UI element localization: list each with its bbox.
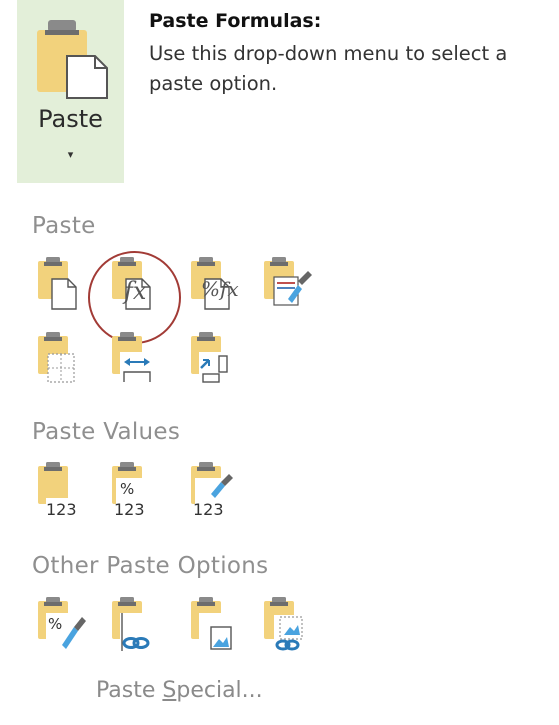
paste-option-picture[interactable] xyxy=(185,595,245,659)
paste-button[interactable]: Paste ▾ xyxy=(17,0,124,183)
values-src-number-text: 123 xyxy=(193,500,224,519)
paste-special-accesskey: S xyxy=(162,678,177,703)
paste-option-formulas-number-formatting[interactable]: %fx xyxy=(185,255,245,319)
paste-option-formatting[interactable]: % xyxy=(32,595,92,659)
values-pct-number-text: 123 xyxy=(114,500,145,519)
clipboard-linked-picture-icon xyxy=(264,597,304,653)
paste-option-values-source-formatting[interactable]: 123 xyxy=(185,460,245,524)
paste-button-label: Paste xyxy=(38,105,103,133)
paste-option-keep-source-formatting[interactable] xyxy=(258,255,318,319)
paste-option-no-borders[interactable] xyxy=(32,330,92,394)
clipboard-column-widths-icon xyxy=(112,332,154,384)
paste-option-linked-picture[interactable] xyxy=(258,595,318,659)
description-body: Use this drop-down menu to select a past… xyxy=(149,42,508,95)
formulas-pct-fx-text: %fx xyxy=(201,277,239,301)
section-header-other-paste-options: Other Paste Options xyxy=(32,553,269,579)
paste-option-values[interactable]: 123 xyxy=(32,460,92,524)
clipboard-picture-icon xyxy=(191,597,233,653)
formulas-fx-text: fx xyxy=(124,277,147,305)
paste-special-after: pecial... xyxy=(176,678,263,703)
description-title: Paste Formulas: xyxy=(149,10,322,32)
values-pct-text: % xyxy=(120,480,135,498)
formatting-pct-text: % xyxy=(48,615,63,633)
paste-option-paste-link[interactable] xyxy=(106,595,166,659)
paste-special-link[interactable]: Paste Special... xyxy=(96,678,263,703)
chevron-down-icon[interactable]: ▾ xyxy=(17,148,124,161)
section-header-paste: Paste xyxy=(32,213,96,239)
clipboard-transpose-icon xyxy=(191,332,235,384)
values-number-text: 123 xyxy=(46,500,77,519)
paste-option-keep-column-widths[interactable] xyxy=(106,330,166,394)
paste-option-paste[interactable] xyxy=(32,255,92,319)
clipboard-link-icon xyxy=(112,597,154,653)
paste-option-values-number-formatting[interactable]: % 123 xyxy=(106,460,166,524)
clipboard-no-borders-icon xyxy=(38,332,75,383)
clipboard-paste-icon xyxy=(37,20,108,99)
section-header-paste-values: Paste Values xyxy=(32,419,181,445)
clipboard-brush-icon xyxy=(264,257,312,306)
paste-option-formulas[interactable]: fx xyxy=(106,255,166,319)
paste-special-before: Paste xyxy=(96,678,163,703)
clipboard-paste-icon xyxy=(38,257,77,310)
paste-option-transpose[interactable] xyxy=(185,330,245,394)
